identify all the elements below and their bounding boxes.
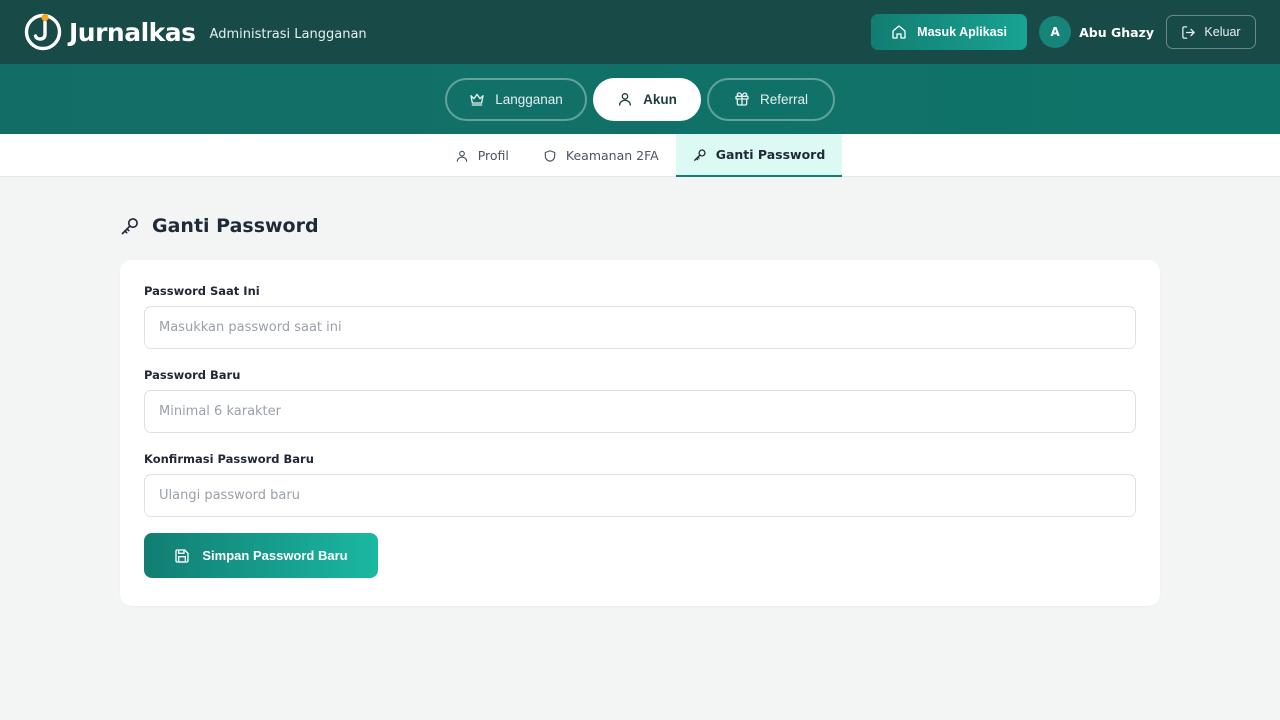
confirm-password-group: Konfirmasi Password Baru <box>144 452 1136 517</box>
logout-icon <box>1182 25 1196 39</box>
user-icon <box>619 93 632 106</box>
logout-label: Keluar <box>1204 25 1241 39</box>
brand-subtitle: Administrasi Langganan <box>209 26 367 42</box>
logout-button[interactable]: Keluar <box>1166 15 1256 49</box>
brand[interactable]: Jurnalkas Administrasi Langganan <box>24 13 367 51</box>
tab-referral[interactable]: Referral <box>707 77 835 121</box>
current-password-input[interactable] <box>144 306 1136 349</box>
home-icon <box>892 25 906 39</box>
user-name[interactable]: Abu Ghazy <box>1079 25 1154 40</box>
page-title-text: Ganti Password <box>152 215 319 237</box>
confirm-password-label: Konfirmasi Password Baru <box>144 452 314 466</box>
tab-langganan[interactable]: Langganan <box>445 77 587 121</box>
tab-referral-label: Referral <box>759 91 808 107</box>
save-icon <box>175 548 190 563</box>
new-password-label: Password Baru <box>144 368 241 382</box>
subtab-keamanan-label: Keamanan 2FA <box>565 148 659 163</box>
subtab-ganti-password-label: Ganti Password <box>715 147 826 162</box>
logo-icon <box>24 13 62 51</box>
confirm-password-input[interactable] <box>144 474 1136 517</box>
tab-langganan-label: Langganan <box>495 91 563 107</box>
main-content: Ganti Password Password Saat Ini Passwor… <box>0 213 1280 606</box>
current-password-label: Password Saat Ini <box>144 284 260 298</box>
key-icon <box>693 148 706 161</box>
user-icon <box>456 150 467 162</box>
tab-akun[interactable]: Akun <box>593 77 701 121</box>
avatar[interactable]: A <box>1039 16 1072 48</box>
new-password-group: Password Baru <box>144 368 1136 433</box>
subtab-profil[interactable]: Profil <box>438 134 526 177</box>
subtab-keamanan-2fa[interactable]: Keamanan 2FA <box>526 134 676 177</box>
page-title: Ganti Password <box>120 213 1160 239</box>
enter-app-button[interactable]: Masuk Aplikasi <box>871 14 1028 50</box>
gift-icon <box>735 92 749 106</box>
subtab-ganti-password[interactable]: Ganti Password <box>675 134 843 177</box>
shield-icon <box>544 149 556 162</box>
enter-app-label: Masuk Aplikasi <box>917 25 1008 39</box>
save-password-label: Simpan Password Baru <box>202 548 348 563</box>
password-form-card: Password Saat Ini Password Baru Konfirma… <box>120 260 1160 606</box>
new-password-input[interactable] <box>144 390 1136 433</box>
top-bar: Jurnalkas Administrasi Langganan Masuk A… <box>0 0 1280 64</box>
crown-icon <box>470 93 484 106</box>
save-password-button[interactable]: Simpan Password Baru <box>144 533 378 578</box>
brand-name: Jurnalkas <box>69 17 196 47</box>
subtab-profil-label: Profil <box>477 148 509 163</box>
tab-akun-label: Akun <box>643 91 677 107</box>
current-password-group: Password Saat Ini <box>144 284 1136 349</box>
key-icon <box>121 218 138 235</box>
main-tabs: Langganan Akun Referral <box>0 64 1280 134</box>
sub-tabs: Profil Keamanan 2FA Ganti Password <box>0 134 1280 177</box>
